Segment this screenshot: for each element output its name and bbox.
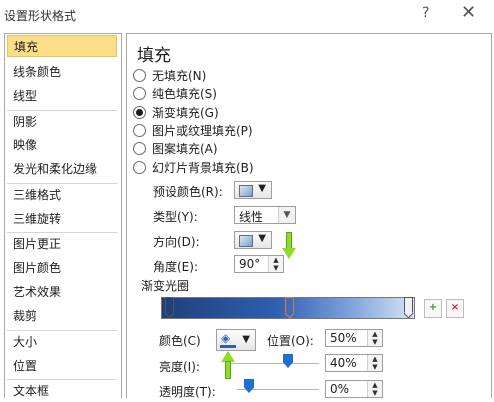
angle-spinner[interactable]: 90° ▲ ▼ — [234, 255, 284, 273]
spin-up-icon[interactable]: ▲ — [367, 381, 382, 389]
brightness-value: 40% — [330, 356, 357, 370]
annotation-arrow-down-icon — [282, 232, 296, 260]
paint-bucket-icon: ◈ — [221, 331, 231, 345]
fill-panel: 填充 无填充(N) 纯色填充(S) 渐变填充(G) 图片或纹理填充(P) 图案填… — [126, 33, 492, 399]
gradient-stops-label: 渐变光圈 — [141, 279, 190, 293]
color-picker-button[interactable]: ◈ ▼ — [216, 329, 256, 351]
sidebar-item-crop[interactable]: 裁剪 — [7, 305, 117, 327]
radio-gradient-fill[interactable]: 渐变填充(G) — [133, 104, 219, 122]
position-spinner[interactable]: 50% ▲ ▼ — [325, 329, 383, 347]
sidebar-item-text-box[interactable]: 文本框 — [7, 380, 117, 402]
transparency-label: 透明度(T): — [159, 385, 216, 399]
spin-up-icon[interactable]: ▲ — [367, 355, 382, 363]
spin-down-icon[interactable]: ▼ — [268, 264, 283, 272]
preset-colors-dropdown[interactable]: ▼ — [234, 181, 272, 199]
radio-label: 渐变填充(G) — [152, 106, 219, 120]
gradient-swatch-icon — [239, 235, 253, 247]
radio-button-checked[interactable] — [133, 106, 146, 119]
sidebar-item-size[interactable]: 大小 — [7, 331, 117, 353]
radio-solid-fill[interactable]: 纯色填充(S) — [133, 85, 217, 103]
sidebar-item-shadow[interactable]: 阴影 — [7, 111, 117, 133]
window-title: 设置形状格式 — [4, 9, 77, 23]
radio-pattern-fill[interactable]: 图案填充(A) — [133, 140, 218, 158]
spin-up-icon[interactable]: ▲ — [268, 256, 283, 264]
brightness-slider-thumb[interactable] — [283, 354, 293, 368]
radio-label: 图案填充(A) — [152, 142, 218, 156]
spin-up-icon[interactable]: ▲ — [367, 330, 382, 338]
radio-slide-background-fill[interactable]: 幻灯片背景填充(B) — [133, 159, 254, 177]
sidebar-item-3d-format[interactable]: 三维格式 — [7, 184, 117, 206]
type-select[interactable]: 线性 ▼ — [234, 206, 296, 224]
brightness-slider-track[interactable] — [231, 363, 319, 364]
transparency-spinner[interactable]: 0% ▲ ▼ — [325, 380, 383, 398]
close-button[interactable]: ✕ — [461, 2, 476, 23]
spin-down-icon[interactable]: ▼ — [367, 363, 382, 371]
sidebar-item-artistic-effects[interactable]: 艺术效果 — [7, 281, 117, 303]
spin-down-icon[interactable]: ▼ — [367, 338, 382, 346]
position-label: 位置(O): — [267, 334, 314, 348]
brightness-label: 亮度(I): — [159, 360, 200, 374]
sidebar-item-3d-rotation[interactable]: 三维旋转 — [7, 208, 117, 230]
help-button[interactable]: ? — [422, 5, 429, 21]
dropdown-arrow-icon: ▼ — [242, 334, 250, 345]
add-stop-icon[interactable]: + — [424, 299, 442, 318]
radio-no-fill[interactable]: 无填充(N) — [133, 67, 206, 85]
gradient-stop-2-selected[interactable] — [284, 297, 295, 319]
transparency-value: 0% — [330, 382, 350, 396]
spin-down-icon[interactable]: ▼ — [367, 389, 382, 397]
sidebar-item-fill[interactable]: 填充 — [7, 35, 117, 57]
type-label: 类型(Y): — [153, 210, 198, 224]
sidebar-item-position[interactable]: 位置 — [7, 355, 117, 377]
dropdown-arrow-icon: ▼ — [258, 183, 266, 194]
radio-button[interactable] — [133, 161, 146, 174]
angle-label: 角度(E): — [153, 260, 198, 274]
radio-label: 幻灯片背景填充(B) — [152, 161, 254, 175]
radio-button[interactable] — [133, 69, 146, 82]
radio-button[interactable] — [133, 142, 146, 155]
direction-label: 方向(D): — [153, 235, 200, 249]
transparency-slider-thumb[interactable] — [244, 379, 254, 393]
radio-button[interactable] — [133, 124, 146, 137]
sidebar-item-reflection[interactable]: 映像 — [7, 134, 117, 156]
dropdown-arrow-icon: ▼ — [258, 233, 266, 244]
remove-stop-icon[interactable]: × — [446, 299, 464, 318]
radio-label: 纯色填充(S) — [152, 87, 217, 101]
type-value: 线性 — [239, 210, 264, 224]
preset-colors-label: 预设颜色(R): — [153, 185, 223, 199]
radio-label: 图片或纹理填充(P) — [152, 124, 253, 138]
sidebar-item-picture-corrections[interactable]: 图片更正 — [7, 233, 117, 255]
gradient-stop-1[interactable] — [164, 297, 175, 319]
radio-picture-texture-fill[interactable]: 图片或纹理填充(P) — [133, 122, 253, 140]
category-sidebar: 填充 线条颜色 线型 阴影 映像 发光和柔化边缘 三维格式 三维旋转 图片更正 … — [4, 33, 122, 398]
gradient-swatch-icon — [239, 185, 253, 197]
brightness-spinner[interactable]: 40% ▲ ▼ — [325, 354, 383, 372]
color-swatch — [220, 345, 236, 348]
annotation-arrow-up-icon — [221, 351, 235, 379]
title-bar: 设置形状格式 ? ✕ — [0, 0, 494, 30]
angle-value: 90° — [239, 257, 261, 271]
panel-title: 填充 — [137, 46, 171, 66]
sidebar-item-glow-soft-edges[interactable]: 发光和柔化边缘 — [7, 158, 117, 180]
radio-label: 无填充(N) — [152, 69, 207, 83]
position-value: 50% — [330, 331, 357, 345]
sidebar-item-line-color[interactable]: 线条颜色 — [7, 61, 117, 83]
direction-dropdown[interactable]: ▼ — [234, 231, 272, 249]
radio-button[interactable] — [133, 87, 146, 100]
gradient-stop-3[interactable] — [403, 297, 414, 319]
chevron-down-icon: ▼ — [278, 207, 295, 223]
color-label: 颜色(C) — [159, 334, 201, 348]
sidebar-item-picture-color[interactable]: 图片颜色 — [7, 257, 117, 279]
sidebar-item-line-style[interactable]: 线型 — [7, 85, 117, 107]
